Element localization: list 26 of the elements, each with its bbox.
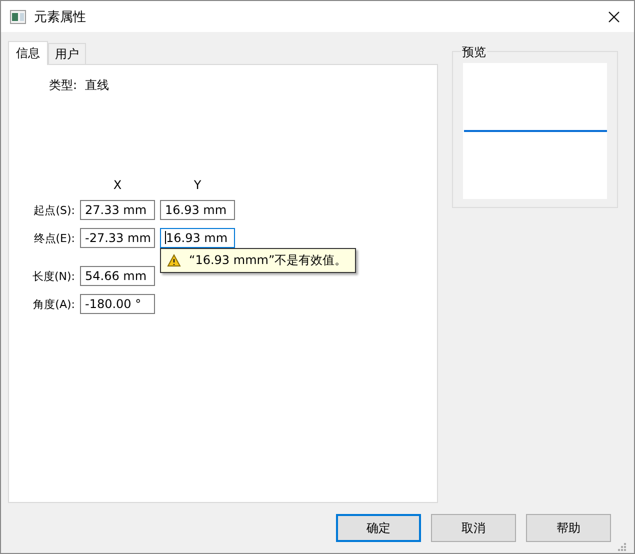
input-field[interactable]: 16.93 mm (160, 228, 235, 248)
input-field[interactable]: -180.00 ° (80, 294, 155, 314)
field-label: 起点(S): (32, 202, 75, 218)
warning-icon (167, 254, 181, 267)
column-header: X (112, 178, 123, 192)
dialog-button[interactable]: 帮助 (526, 514, 611, 542)
input-field[interactable]: 27.33 mm (80, 200, 155, 220)
type-value: 直线 (85, 77, 110, 94)
dialog-button[interactable]: 取消 (431, 514, 516, 542)
input-field[interactable]: -27.33 mm (80, 228, 155, 248)
field-label: 终点(E): (32, 230, 75, 246)
tooltip-text: “16.93 mmm”不是有效值。 (189, 252, 347, 269)
group-title: 预览 (461, 44, 487, 61)
input-field[interactable]: 54.66 mm (80, 266, 155, 286)
field-label: 角度(A): (32, 296, 75, 312)
close-icon[interactable] (608, 10, 620, 22)
resize-grip-icon[interactable] (618, 543, 626, 551)
column-header: Y (192, 178, 202, 192)
field-label: 长度(N): (31, 268, 75, 284)
app-icon (10, 10, 26, 24)
input-field[interactable]: 16.93 mm (160, 200, 235, 220)
type-label: 类型: (49, 77, 78, 94)
tab[interactable]: 信息 (8, 41, 48, 65)
tab[interactable]: 用户 (48, 43, 86, 64)
dialog-button[interactable]: 确定 (336, 514, 421, 542)
window-title: 元素属性 (34, 8, 87, 26)
